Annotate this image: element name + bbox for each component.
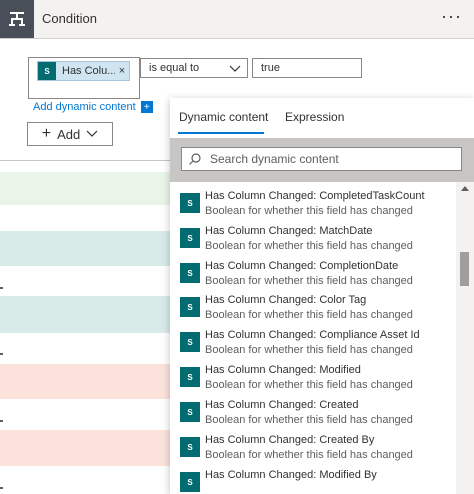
- operator-value: is equal to: [149, 62, 200, 74]
- tab-dynamic-content[interactable]: Dynamic content: [179, 110, 268, 124]
- item-name: Has Column Changed: Created By: [205, 434, 375, 446]
- connector-dot: [0, 353, 3, 355]
- branch-stripe-teal-2: [0, 296, 170, 333]
- list-item[interactable]: S Has Column Changed: MatchDate Boolean …: [180, 223, 450, 257]
- sharepoint-icon: S: [180, 367, 200, 387]
- add-button-label: Add: [57, 126, 81, 142]
- connector-dot: [0, 487, 3, 489]
- list-item[interactable]: S Has Column Changed: Color Tag Boolean …: [180, 292, 450, 326]
- add-dynamic-content-label: Add dynamic content: [33, 101, 136, 113]
- list-scrollbar[interactable]: [456, 182, 474, 494]
- item-name: Has Column Changed: Created: [205, 399, 359, 411]
- item-name: Has Column Changed: Color Tag: [205, 294, 367, 306]
- search-icon: [182, 152, 208, 166]
- item-description: Boolean for whether this field has chang…: [205, 309, 413, 321]
- dynamic-token[interactable]: S Has Colu... ×: [37, 61, 130, 81]
- branch-stripe-red-1: [0, 364, 170, 399]
- add-dynamic-plus-icon: +: [140, 101, 153, 113]
- chevron-down-icon: [229, 60, 241, 79]
- add-dynamic-content-link[interactable]: Add dynamic content +: [33, 101, 153, 113]
- flyout-tabs: Dynamic content Expression: [170, 98, 474, 138]
- operator-dropdown[interactable]: is equal to: [140, 58, 248, 78]
- item-description: Boolean for whether this field has chang…: [205, 205, 413, 217]
- token-remove-icon[interactable]: ×: [115, 65, 129, 77]
- condition-left-operand[interactable]: S Has Colu... ×: [28, 57, 140, 99]
- scroll-thumb[interactable]: [460, 252, 469, 286]
- sharepoint-icon: S: [180, 263, 200, 283]
- branch-stripe-teal-1: [0, 231, 170, 266]
- item-name: Has Column Changed: CompletedTaskCount: [205, 190, 425, 202]
- sharepoint-icon: S: [180, 193, 200, 213]
- sharepoint-icon: S: [180, 332, 200, 352]
- tab-expression[interactable]: Expression: [285, 110, 344, 124]
- branch-stripe-green: [0, 172, 170, 205]
- branch-stripe-red-2: [0, 430, 170, 466]
- sharepoint-icon: S: [180, 402, 200, 422]
- sharepoint-icon: S: [180, 472, 200, 492]
- search-box[interactable]: [181, 147, 462, 171]
- list-item[interactable]: S Has Column Changed: Compliance Asset I…: [180, 327, 450, 361]
- list-item[interactable]: S Has Column Changed: Modified By: [180, 467, 450, 494]
- sharepoint-icon: S: [38, 62, 56, 80]
- item-name: Has Column Changed: Compliance Asset Id: [205, 329, 420, 341]
- dynamic-content-flyout: Dynamic content Expression S Has Column …: [170, 98, 474, 494]
- list-item[interactable]: S Has Column Changed: Modified Boolean f…: [180, 362, 450, 396]
- chevron-down-icon: [86, 127, 98, 142]
- list-item[interactable]: S Has Column Changed: CompletionDate Boo…: [180, 258, 450, 292]
- item-name: Has Column Changed: Modified: [205, 364, 361, 376]
- token-label: Has Colu...: [62, 65, 115, 77]
- item-description: Boolean for whether this field has chang…: [205, 414, 413, 426]
- item-description: Boolean for whether this field has chang…: [205, 449, 413, 461]
- condition-header[interactable]: Condition ···: [0, 0, 474, 39]
- search-area: [170, 138, 474, 182]
- condition-icon: [0, 0, 34, 38]
- condition-title: Condition: [42, 11, 97, 26]
- condition-value: true: [261, 62, 280, 74]
- list-item[interactable]: S Has Column Changed: Created By Boolean…: [180, 432, 450, 466]
- condition-value-field[interactable]: true: [252, 58, 362, 78]
- item-name: Has Column Changed: MatchDate: [205, 225, 373, 237]
- more-options-button[interactable]: ···: [441, 6, 462, 27]
- item-description: Boolean for whether this field has chang…: [205, 344, 413, 356]
- sharepoint-icon: S: [180, 297, 200, 317]
- item-description: Boolean for whether this field has chang…: [205, 275, 413, 287]
- scroll-up-icon[interactable]: [461, 186, 469, 191]
- dynamic-content-list: S Has Column Changed: CompletedTaskCount…: [170, 182, 456, 494]
- plus-icon: +: [41, 125, 52, 142]
- sharepoint-icon: S: [180, 228, 200, 248]
- list-item[interactable]: S Has Column Changed: CompletedTaskCount…: [180, 188, 450, 222]
- connector-dot: [0, 420, 3, 422]
- list-item[interactable]: S Has Column Changed: Created Boolean fo…: [180, 397, 450, 431]
- item-name: Has Column Changed: CompletionDate: [205, 260, 399, 272]
- item-description: Boolean for whether this field has chang…: [205, 240, 413, 252]
- search-input[interactable]: [208, 151, 452, 167]
- connector-dot: [0, 287, 3, 289]
- active-tab-indicator: [178, 132, 264, 134]
- item-description: Boolean for whether this field has chang…: [205, 379, 413, 391]
- add-button[interactable]: + Add: [27, 122, 113, 146]
- sharepoint-icon: S: [180, 437, 200, 457]
- item-name: Has Column Changed: Modified By: [205, 469, 377, 481]
